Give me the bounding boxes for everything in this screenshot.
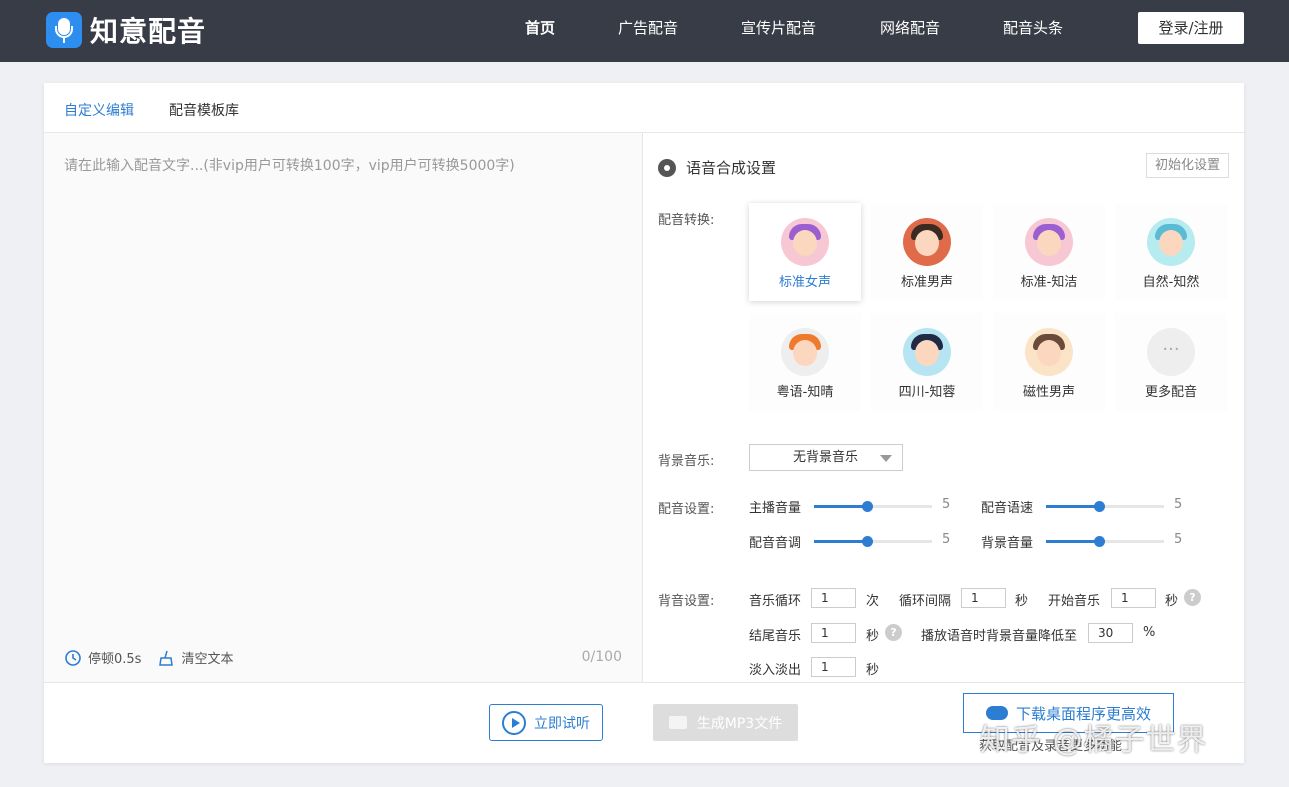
tab-custom-edit[interactable]: 自定义编辑 <box>64 100 134 120</box>
interval-label: 循环间隔 <box>899 590 951 609</box>
avatar <box>1025 218 1073 266</box>
nav-ad-dubbing[interactable]: 广告配音 <box>618 0 678 62</box>
mp3-label: 生成MP3文件 <box>697 713 782 733</box>
slider-label: 配音语速 <box>981 497 1033 516</box>
voice-name: 粤语-知晴 <box>749 381 861 400</box>
settings-title: 语音合成设置 <box>658 157 776 178</box>
voice-standard-female[interactable]: 标准女声 <box>749 203 861 301</box>
avatar <box>781 218 829 266</box>
slider-label: 背景音量 <box>981 532 1033 551</box>
play-icon <box>502 711 526 735</box>
preview-listen-button[interactable]: 立即试听 <box>489 704 603 741</box>
voice-name: 自然-知然 <box>1115 271 1227 290</box>
brand-name: 知意配音 <box>90 10 206 50</box>
synthesis-settings: 语音合成设置 初始化设置 配音转换: 标准女声 标准男声 标准-知洁 <box>644 133 1244 682</box>
bg-settings-label: 背音设置: <box>658 590 714 609</box>
editor-placeholder: 请在此输入配音文字...(非vip用户可转换100字，vip用户可转换5000字… <box>64 155 515 175</box>
voice-natural-zhiran[interactable]: 自然-知然 <box>1115 203 1227 301</box>
speech-rate-slider[interactable] <box>1046 505 1164 508</box>
help-icon[interactable]: ? <box>885 624 902 641</box>
fade-label: 淡入淡出 <box>749 659 801 678</box>
text-editor[interactable]: 请在此输入配音文字...(非vip用户可转换100字，vip用户可转换5000字… <box>44 133 643 682</box>
start-unit: 秒 <box>1165 590 1178 609</box>
nav-home[interactable]: 首页 <box>525 0 555 62</box>
voice-magnetic-male[interactable]: 磁性男声 <box>993 313 1105 411</box>
chevron-down-icon <box>880 455 892 462</box>
gear-icon <box>658 159 676 177</box>
top-header: 知意配音 首页 广告配音 宣传片配音 网络配音 配音头条 登录/注册 <box>0 0 1289 62</box>
main-panel: 自定义编辑 配音模板库 请在此输入配音文字...(非vip用户可转换100字，v… <box>44 83 1244 763</box>
voice-label: 配音转换: <box>658 209 714 228</box>
slider-label: 主播音量 <box>749 497 801 516</box>
anchor-volume-slider[interactable] <box>814 505 932 508</box>
voice-settings-label: 配音设置: <box>658 498 714 517</box>
slider-label: 配音音调 <box>749 532 801 551</box>
voice-name: 标准-知洁 <box>993 271 1105 290</box>
listen-label: 立即试听 <box>534 713 590 733</box>
more-icon: ··· <box>1147 328 1195 376</box>
duck-label: 播放语音时背景音量降低至 <box>921 625 1077 644</box>
avatar <box>1147 218 1195 266</box>
slider-value: 5 <box>1174 497 1182 512</box>
nav-promo-dubbing[interactable]: 宣传片配音 <box>741 0 816 62</box>
avatar <box>903 218 951 266</box>
nav-dubbing-news[interactable]: 配音头条 <box>1003 0 1063 62</box>
avatar <box>1025 328 1073 376</box>
loop-count-input[interactable]: 1 <box>811 588 856 608</box>
loop-label: 音乐循环 <box>749 590 801 609</box>
generate-mp3-button[interactable]: 生成MP3文件 <box>653 704 798 741</box>
bgm-label: 背景音乐: <box>658 450 714 469</box>
clock-icon <box>64 649 82 667</box>
fade-unit: 秒 <box>866 659 879 678</box>
end-music-label: 结尾音乐 <box>749 625 801 644</box>
fade-input[interactable]: 1 <box>811 657 856 677</box>
pitch-slider[interactable] <box>814 540 932 543</box>
broom-icon <box>157 649 175 667</box>
settings-title-text: 语音合成设置 <box>686 157 776 178</box>
slider-value: 5 <box>1174 532 1182 547</box>
bgm-selected: 无背景音乐 <box>793 450 858 465</box>
folder-icon <box>669 716 687 729</box>
avatar <box>903 328 951 376</box>
end-unit: 秒 <box>866 625 879 644</box>
voice-name: 磁性男声 <box>993 381 1105 400</box>
start-music-input[interactable]: 1 <box>1111 588 1156 608</box>
voice-sichuan-zhirong[interactable]: 四川-知蓉 <box>871 313 983 411</box>
voice-standard-zhijie[interactable]: 标准-知洁 <box>993 203 1105 301</box>
bgm-volume-slider[interactable] <box>1046 540 1164 543</box>
char-counter: 0/100 <box>582 649 622 665</box>
bgm-select[interactable]: 无背景音乐 <box>749 444 903 471</box>
reset-settings-button[interactable]: 初始化设置 <box>1146 153 1229 178</box>
clear-text-button[interactable]: 清空文本 <box>157 648 233 667</box>
editor-toolbar: 停顿0.5s 清空文本 <box>64 648 249 667</box>
nav-online-dubbing[interactable]: 网络配音 <box>880 0 940 62</box>
clear-text-label: 清空文本 <box>181 648 233 667</box>
start-music-label: 开始音乐 <box>1048 590 1100 609</box>
editor-tabs: 自定义编辑 配音模板库 <box>44 83 1244 133</box>
voice-name: 标准男声 <box>871 271 983 290</box>
voice-name: 更多配音 <box>1115 381 1227 400</box>
voice-cantonese-zhiqing[interactable]: 粤语-知晴 <box>749 313 861 411</box>
duck-unit: % <box>1143 625 1155 640</box>
voice-name: 四川-知蓉 <box>871 381 983 400</box>
pause-label: 停顿0.5s <box>88 648 141 667</box>
duck-volume-input[interactable]: 30 <box>1088 623 1133 643</box>
interval-unit: 秒 <box>1015 590 1028 609</box>
loop-unit: 次 <box>866 590 879 609</box>
avatar <box>781 328 829 376</box>
brand-logo[interactable]: 知意配音 <box>46 10 206 50</box>
slider-value: 5 <box>942 532 950 547</box>
login-register-button[interactable]: 登录/注册 <box>1138 12 1244 44</box>
voice-standard-male[interactable]: 标准男声 <box>871 203 983 301</box>
pause-button[interactable]: 停顿0.5s <box>64 648 141 667</box>
voice-name: 标准女声 <box>749 271 861 290</box>
slider-value: 5 <box>942 497 950 512</box>
loop-interval-input[interactable]: 1 <box>961 588 1006 608</box>
help-icon[interactable]: ? <box>1184 589 1201 606</box>
watermark: 知乎 @橘子世界 <box>980 715 1208 759</box>
tab-template-library[interactable]: 配音模板库 <box>169 100 239 120</box>
microphone-icon <box>46 12 82 48</box>
voice-more[interactable]: ··· 更多配音 <box>1115 313 1227 411</box>
end-music-input[interactable]: 1 <box>811 623 856 643</box>
